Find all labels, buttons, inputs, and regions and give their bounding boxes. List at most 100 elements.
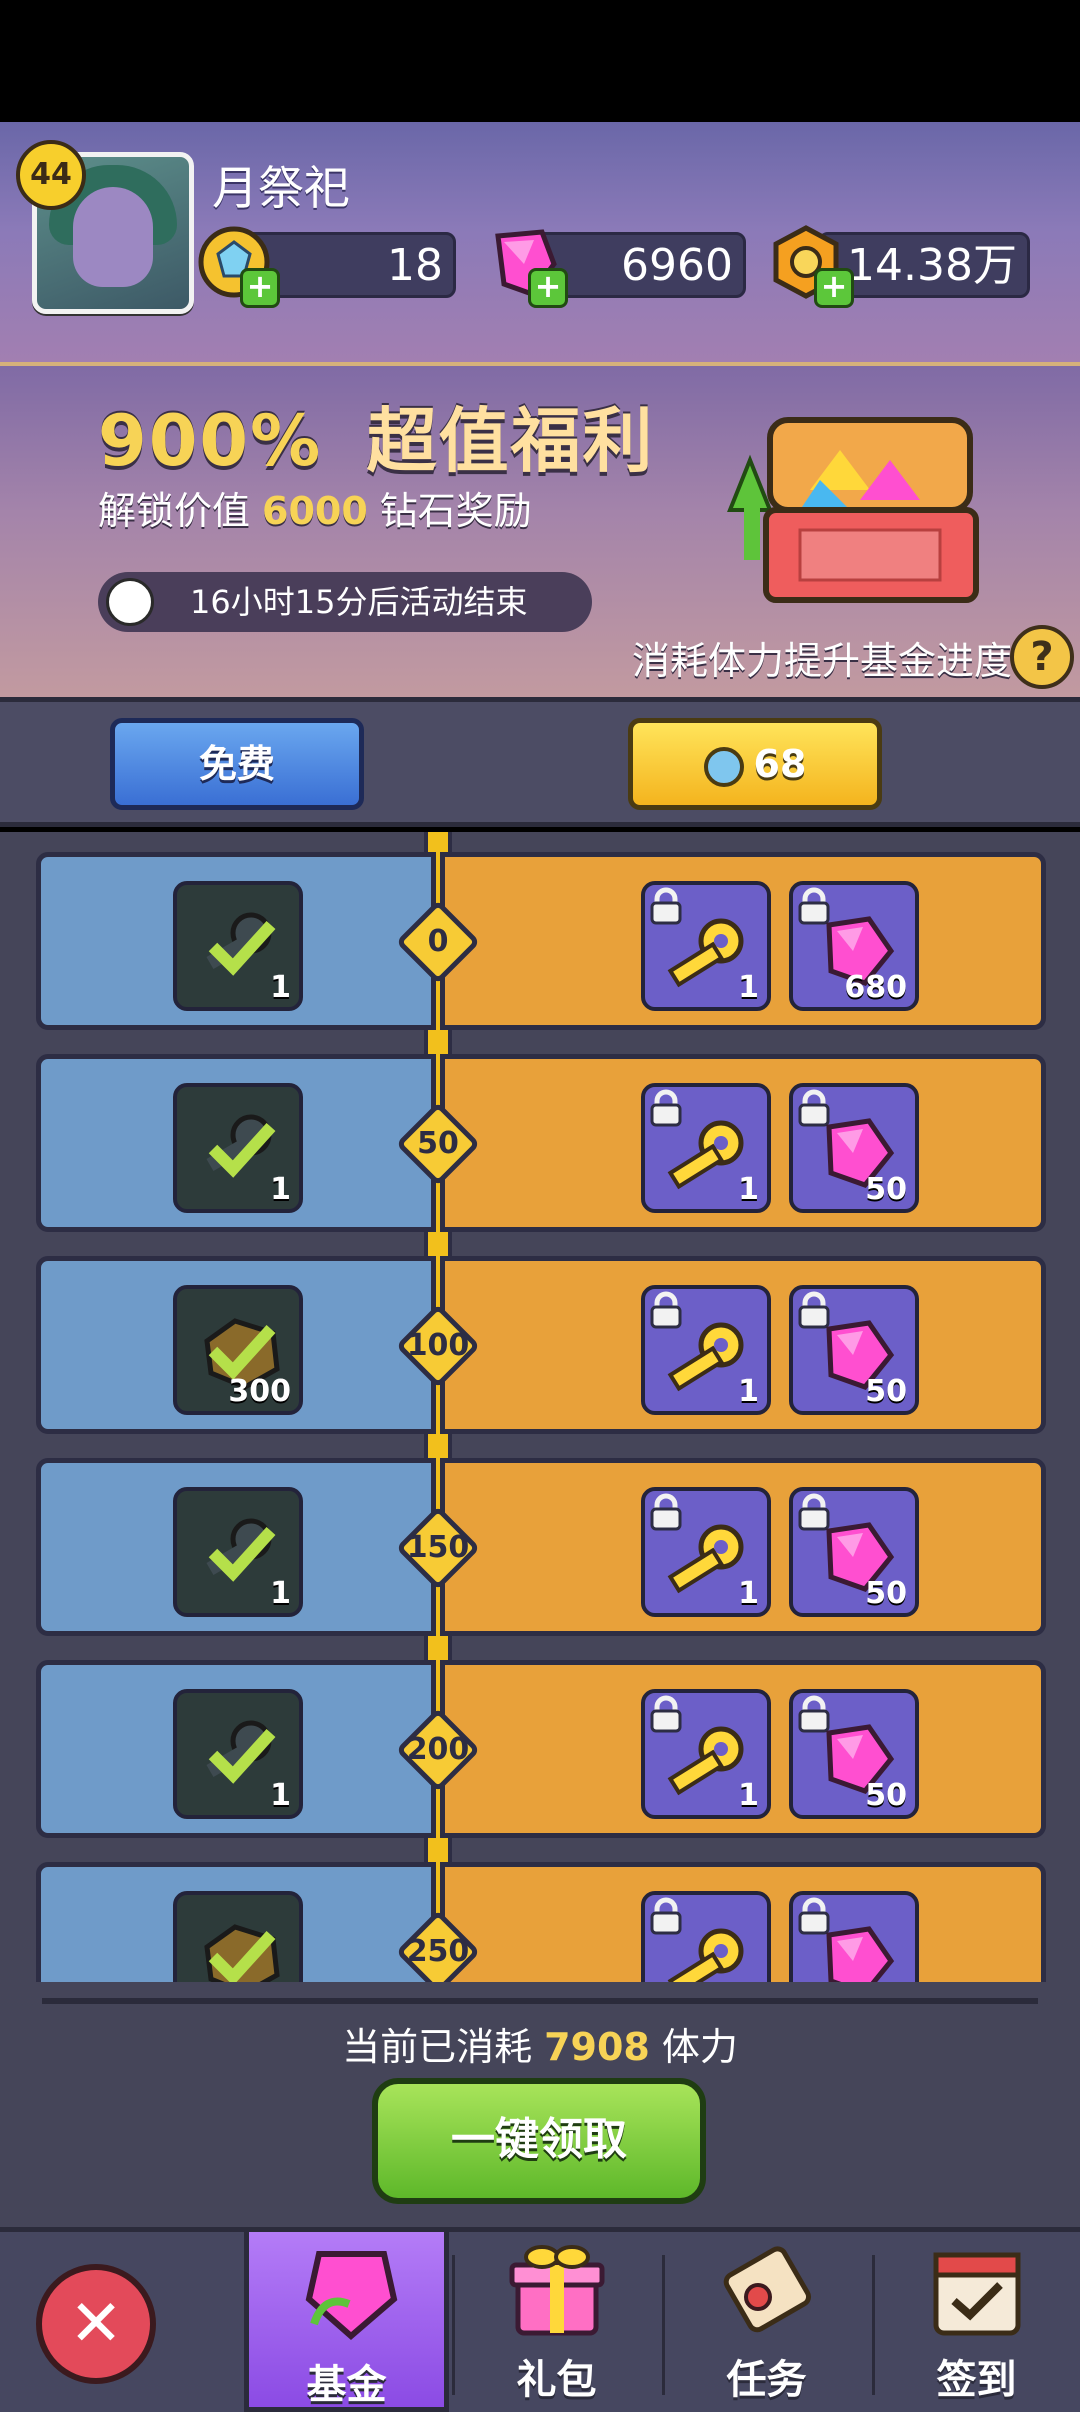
paid-reward-cell[interactable]: 1 680 — [440, 852, 1046, 1030]
banner-percent: 900% — [98, 400, 323, 482]
free-reward-cell[interactable]: 1 — [36, 852, 436, 1030]
reward-row — [36, 1862, 1046, 1982]
tab-quest-label: 任务 — [726, 2357, 807, 2403]
paid-diamond-item[interactable]: 50 — [789, 1285, 919, 1415]
paid-key-count: 1 — [738, 1778, 759, 1813]
paid-key-count: 1 — [738, 1172, 759, 1207]
banner-sub-prefix: 解锁价值 — [98, 489, 251, 533]
free-reward-item[interactable]: 1 — [173, 881, 303, 1011]
reward-row: 1 1 50 — [36, 1660, 1046, 1838]
paid-key-count: 1 — [738, 1374, 759, 1409]
stamina-consumed: 当前已消耗 7908 体力 — [0, 2016, 1080, 2071]
free-reward-item[interactable] — [173, 1891, 303, 1982]
tab-fund[interactable]: 基金 — [244, 2227, 449, 2412]
paid-key-item[interactable] — [641, 1891, 771, 1982]
banner-title-text: 超值福利 — [366, 400, 655, 482]
gold-key-icon — [667, 1928, 744, 1982]
ore-rock-icon — [204, 1924, 280, 1982]
paid-diamond-count: 50 — [865, 1576, 907, 1611]
scroll-quest-icon — [723, 2246, 812, 2333]
reward-row: 300 1 50 — [36, 1256, 1046, 1434]
paid-key-item[interactable]: 1 — [641, 1285, 771, 1415]
paid-key-item[interactable]: 1 — [641, 1689, 771, 1819]
milestone-marker: 100 — [395, 1303, 481, 1389]
milestone-marker: 0 — [395, 899, 481, 985]
fund-tip: 消耗体力提升基金进度 — [632, 639, 1013, 683]
close-button[interactable]: ✕ — [36, 2264, 156, 2384]
clock-icon — [106, 578, 154, 626]
paid-diamond-item[interactable]: 50 — [789, 1487, 919, 1617]
free-reward-count: 1 — [270, 970, 291, 1005]
consumed-prefix: 当前已消耗 — [342, 2025, 533, 2069]
timer-text: 16小时15分后活动结束 — [190, 583, 528, 621]
add-diamond-button[interactable]: + — [528, 268, 568, 308]
paid-key-item[interactable]: 1 — [641, 881, 771, 1011]
free-reward-item[interactable]: 1 — [173, 1689, 303, 1819]
paid-reward-cell[interactable]: 1 50 — [440, 1458, 1046, 1636]
paid-diamond-item[interactable] — [789, 1891, 919, 1982]
add-energy-button[interactable]: + — [240, 268, 280, 308]
free-reward-count: 1 — [270, 1576, 291, 1611]
consumed-value: 7908 — [544, 2025, 650, 2069]
claim-all-button[interactable]: 一键领取 — [372, 2078, 706, 2204]
banner-sub-value: 6000 — [262, 489, 368, 533]
banner-title: 900% 超值福利 — [98, 385, 655, 486]
free-reward-cell[interactable]: 1 — [36, 1054, 436, 1232]
free-reward-cell[interactable]: 1 — [36, 1660, 436, 1838]
milestone-value: 150 — [406, 1530, 470, 1565]
paid-reward-cell[interactable]: 1 50 — [440, 1054, 1046, 1232]
tab-gift-label: 礼包 — [516, 2357, 597, 2403]
unlock-paid-track-button[interactable]: 68 — [628, 718, 882, 810]
paid-key-count: 1 — [738, 970, 759, 1005]
milestone-value: 100 — [406, 1328, 470, 1363]
paid-diamond-count: 50 — [865, 1172, 907, 1207]
player-name: 月祭祀 — [212, 161, 350, 215]
pink-diamond-icon — [826, 1926, 895, 1982]
banner-sub-suffix: 钻石奖励 — [379, 489, 532, 533]
paid-diamond-item[interactable]: 50 — [789, 1689, 919, 1819]
free-reward-cell[interactable] — [36, 1862, 436, 1982]
free-reward-item[interactable]: 300 — [173, 1285, 303, 1415]
milestone-marker: 250 — [395, 1909, 481, 1995]
milestone-value: 0 — [427, 924, 449, 959]
tab-checkin[interactable]: 签到 — [874, 2227, 1079, 2412]
paid-key-item[interactable]: 1 — [641, 1083, 771, 1213]
milestone-value: 50 — [417, 1126, 459, 1161]
tab-quest[interactable]: 任务 — [664, 2227, 869, 2412]
free-track-label: 免费 — [110, 718, 364, 810]
paid-key-item[interactable]: 1 — [641, 1487, 771, 1617]
paid-reward-cell[interactable]: 1 50 — [440, 1660, 1046, 1838]
level-badge: 44 — [16, 140, 86, 210]
free-reward-count: 1 — [270, 1172, 291, 1207]
pink-gem-fund-icon — [305, 2251, 398, 2340]
paid-key-count: 1 — [738, 1576, 759, 1611]
free-reward-cell[interactable]: 1 — [36, 1458, 436, 1636]
free-reward-cell[interactable]: 300 — [36, 1256, 436, 1434]
consumed-suffix: 体力 — [661, 2025, 738, 2069]
help-button[interactable]: ? — [1010, 625, 1074, 689]
close-icon: ✕ — [69, 2287, 123, 2361]
paid-reward-cell[interactable] — [440, 1862, 1046, 1982]
paid-diamond-item[interactable]: 680 — [789, 881, 919, 1011]
paid-reward-cell[interactable]: 1 50 — [440, 1256, 1046, 1434]
tab-checkin-label: 签到 — [936, 2357, 1017, 2403]
tab-gift[interactable]: 礼包 — [454, 2227, 659, 2412]
paid-diamond-item[interactable]: 50 — [789, 1083, 919, 1213]
add-gold-button[interactable]: + — [814, 268, 854, 308]
banner-subtitle: 解锁价值 6000 钻石奖励 — [98, 480, 532, 535]
avatar-face — [73, 187, 153, 287]
paid-price: 68 — [753, 742, 807, 786]
paid-diamond-count: 680 — [844, 970, 907, 1005]
gift-box-icon — [509, 2245, 605, 2336]
milestone-value: 250 — [406, 1934, 470, 1969]
reward-row: 1 1 50 — [36, 1054, 1046, 1232]
paid-diamond-count: 50 — [865, 1778, 907, 1813]
milestone-marker: 50 — [395, 1101, 481, 1187]
free-reward-item[interactable]: 1 — [173, 1487, 303, 1617]
panel-divider — [42, 1998, 1038, 2004]
reward-row: 1 1 680 — [36, 852, 1046, 1030]
free-reward-item[interactable]: 1 — [173, 1083, 303, 1213]
reward-row: 1 1 50 — [36, 1458, 1046, 1636]
milestone-marker: 200 — [395, 1707, 481, 1793]
status-bar — [0, 0, 1080, 122]
